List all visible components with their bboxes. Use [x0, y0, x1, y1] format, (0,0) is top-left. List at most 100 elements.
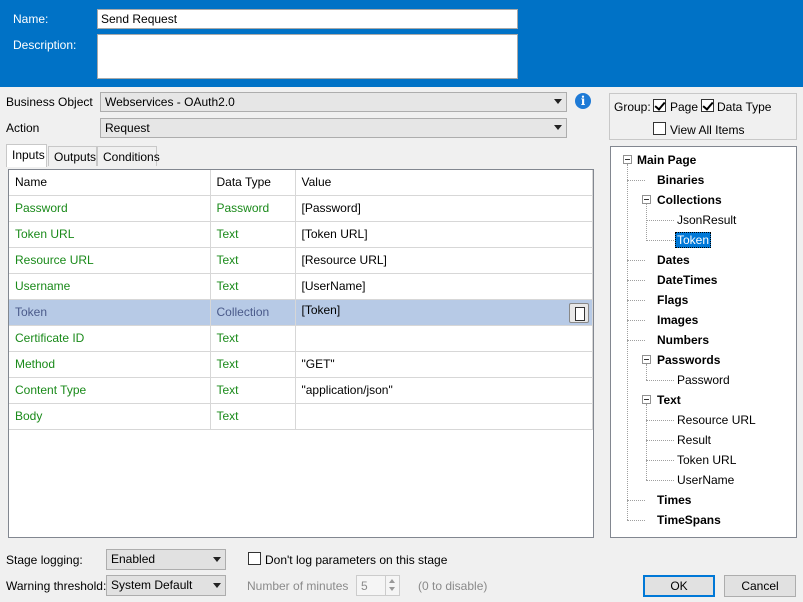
row-name: Certificate ID	[9, 325, 211, 352]
minutes-label: Number of minutes	[247, 579, 349, 593]
row-name: Token	[9, 299, 211, 326]
description-label: Description:	[13, 38, 77, 52]
page-checkbox[interactable]	[653, 99, 666, 112]
chevron-down-icon	[554, 125, 562, 130]
page-checkbox-label: Page	[670, 100, 699, 114]
tree-node-result[interactable]: Result	[677, 433, 711, 447]
business-object-label: Business Object	[6, 95, 93, 109]
collapse-icon[interactable]	[642, 395, 651, 404]
view-all-checkbox[interactable]	[653, 122, 666, 135]
group-panel: Group: Page Data Type View All Items	[609, 93, 797, 140]
row-value[interactable]: "GET"	[295, 351, 593, 378]
chevron-down-icon	[554, 99, 562, 104]
chevron-down-icon	[213, 583, 221, 588]
tree-node-binaries[interactable]: Binaries	[657, 173, 704, 187]
table-row[interactable]: Method Text "GET"	[9, 351, 593, 378]
tree-node-times[interactable]: Times	[657, 493, 691, 507]
row-name: Username	[9, 273, 211, 300]
tree-node-token-url[interactable]: Token URL	[677, 453, 736, 467]
warning-threshold-value: System Default	[111, 578, 193, 592]
row-type: Text	[210, 377, 296, 404]
tab-inputs[interactable]: Inputs	[6, 144, 47, 167]
name-input[interactable]: Send Request	[97, 9, 518, 29]
tab-outputs[interactable]: Outputs	[48, 146, 97, 166]
row-value[interactable]: [Token URL]	[295, 221, 593, 248]
stage-logging-select[interactable]: Enabled	[106, 549, 226, 570]
tab-conditions[interactable]: Conditions	[97, 146, 160, 166]
warning-threshold-label: Warning threshold:	[6, 579, 107, 593]
tree-node-numbers[interactable]: Numbers	[657, 333, 709, 347]
table-row-selected[interactable]: Token Collection [Token]	[9, 299, 593, 326]
inputs-grid: Name Data Type Value Password Password […	[8, 169, 594, 538]
table-row[interactable]: Body Text	[9, 403, 593, 430]
data-type-checkbox[interactable]	[701, 99, 714, 112]
tree-node-resource-url[interactable]: Resource URL	[677, 413, 756, 427]
info-icon[interactable]: i	[575, 93, 591, 109]
row-name: Body	[9, 403, 211, 430]
table-row[interactable]: Token URL Text [Token URL]	[9, 221, 593, 248]
chevron-up-icon[interactable]	[389, 579, 395, 583]
chevron-down-icon[interactable]	[389, 587, 395, 591]
collapse-icon[interactable]	[623, 155, 632, 164]
row-type: Collection	[210, 299, 296, 326]
minutes-stepper[interactable]: 5	[356, 575, 400, 596]
row-value[interactable]: [Resource URL]	[295, 247, 593, 274]
row-value[interactable]	[295, 403, 593, 430]
row-value[interactable]: [Token]	[295, 299, 593, 326]
action-label: Action	[6, 121, 40, 135]
row-type: Text	[210, 351, 296, 378]
collapse-icon[interactable]	[642, 195, 651, 204]
warning-threshold-select[interactable]: System Default	[106, 575, 226, 596]
name-label: Name:	[13, 12, 49, 26]
table-row[interactable]: Username Text [UserName]	[9, 273, 593, 300]
spin-buttons[interactable]	[385, 576, 399, 595]
description-input[interactable]	[97, 34, 518, 79]
data-type-checkbox-label: Data Type	[717, 100, 772, 114]
header-panel: Name: Send Request Description:	[0, 0, 803, 87]
table-row[interactable]: Resource URL Text [Resource URL]	[9, 247, 593, 274]
tree-node-password[interactable]: Password	[677, 373, 730, 387]
row-value[interactable]	[295, 325, 593, 352]
tree-node-images[interactable]: Images	[657, 313, 698, 327]
dont-log-label: Don't log parameters on this stage	[265, 553, 448, 567]
row-value[interactable]: [Password]	[295, 195, 593, 222]
column-header-data-type: Data Type	[210, 170, 296, 196]
disable-hint: (0 to disable)	[418, 579, 488, 593]
column-header-name: Name	[9, 170, 211, 196]
business-object-value: Webservices - OAuth2.0	[105, 95, 235, 109]
group-label: Group:	[614, 100, 651, 114]
tree-node-text[interactable]: Text	[657, 393, 681, 407]
table-row[interactable]: Password Password [Password]	[9, 195, 593, 222]
table-row[interactable]: Content Type Text "application/json"	[9, 377, 593, 404]
row-name: Resource URL	[9, 247, 211, 274]
tree-node-timespans[interactable]: TimeSpans	[657, 513, 721, 527]
minutes-value: 5	[361, 579, 368, 593]
grid-header-row: Name Data Type Value	[9, 170, 593, 196]
dont-log-checkbox[interactable]	[248, 552, 261, 565]
view-all-checkbox-label: View All Items	[670, 123, 745, 137]
tree-node-token[interactable]: Token	[675, 232, 712, 248]
cancel-button[interactable]: Cancel	[724, 575, 796, 597]
tree-node-jsonresult[interactable]: JsonResult	[677, 213, 736, 227]
business-object-select[interactable]: Webservices - OAuth2.0	[100, 92, 567, 112]
column-header-value: Value	[295, 170, 593, 196]
row-value[interactable]: "application/json"	[295, 377, 593, 404]
tree-node-flags[interactable]: Flags	[657, 293, 688, 307]
tree-node-passwords[interactable]: Passwords	[657, 353, 720, 367]
row-value[interactable]: [UserName]	[295, 273, 593, 300]
row-name: Method	[9, 351, 211, 378]
ok-button[interactable]: OK	[643, 575, 715, 597]
stage-logging-value: Enabled	[111, 552, 156, 566]
action-select[interactable]: Request	[100, 118, 567, 138]
tree-node-datetimes[interactable]: DateTimes	[657, 273, 717, 287]
tree-node-username[interactable]: UserName	[677, 473, 734, 487]
tree-node-dates[interactable]: Dates	[657, 253, 690, 267]
row-type: Password	[210, 195, 296, 222]
calculator-icon[interactable]	[569, 302, 589, 323]
row-type: Text	[210, 325, 296, 352]
tree-node-collections[interactable]: Collections	[657, 193, 722, 207]
tree-node-main-page[interactable]: Main Page	[637, 153, 696, 167]
action-value: Request	[105, 121, 150, 135]
table-row[interactable]: Certificate ID Text	[9, 325, 593, 352]
collapse-icon[interactable]	[642, 355, 651, 364]
